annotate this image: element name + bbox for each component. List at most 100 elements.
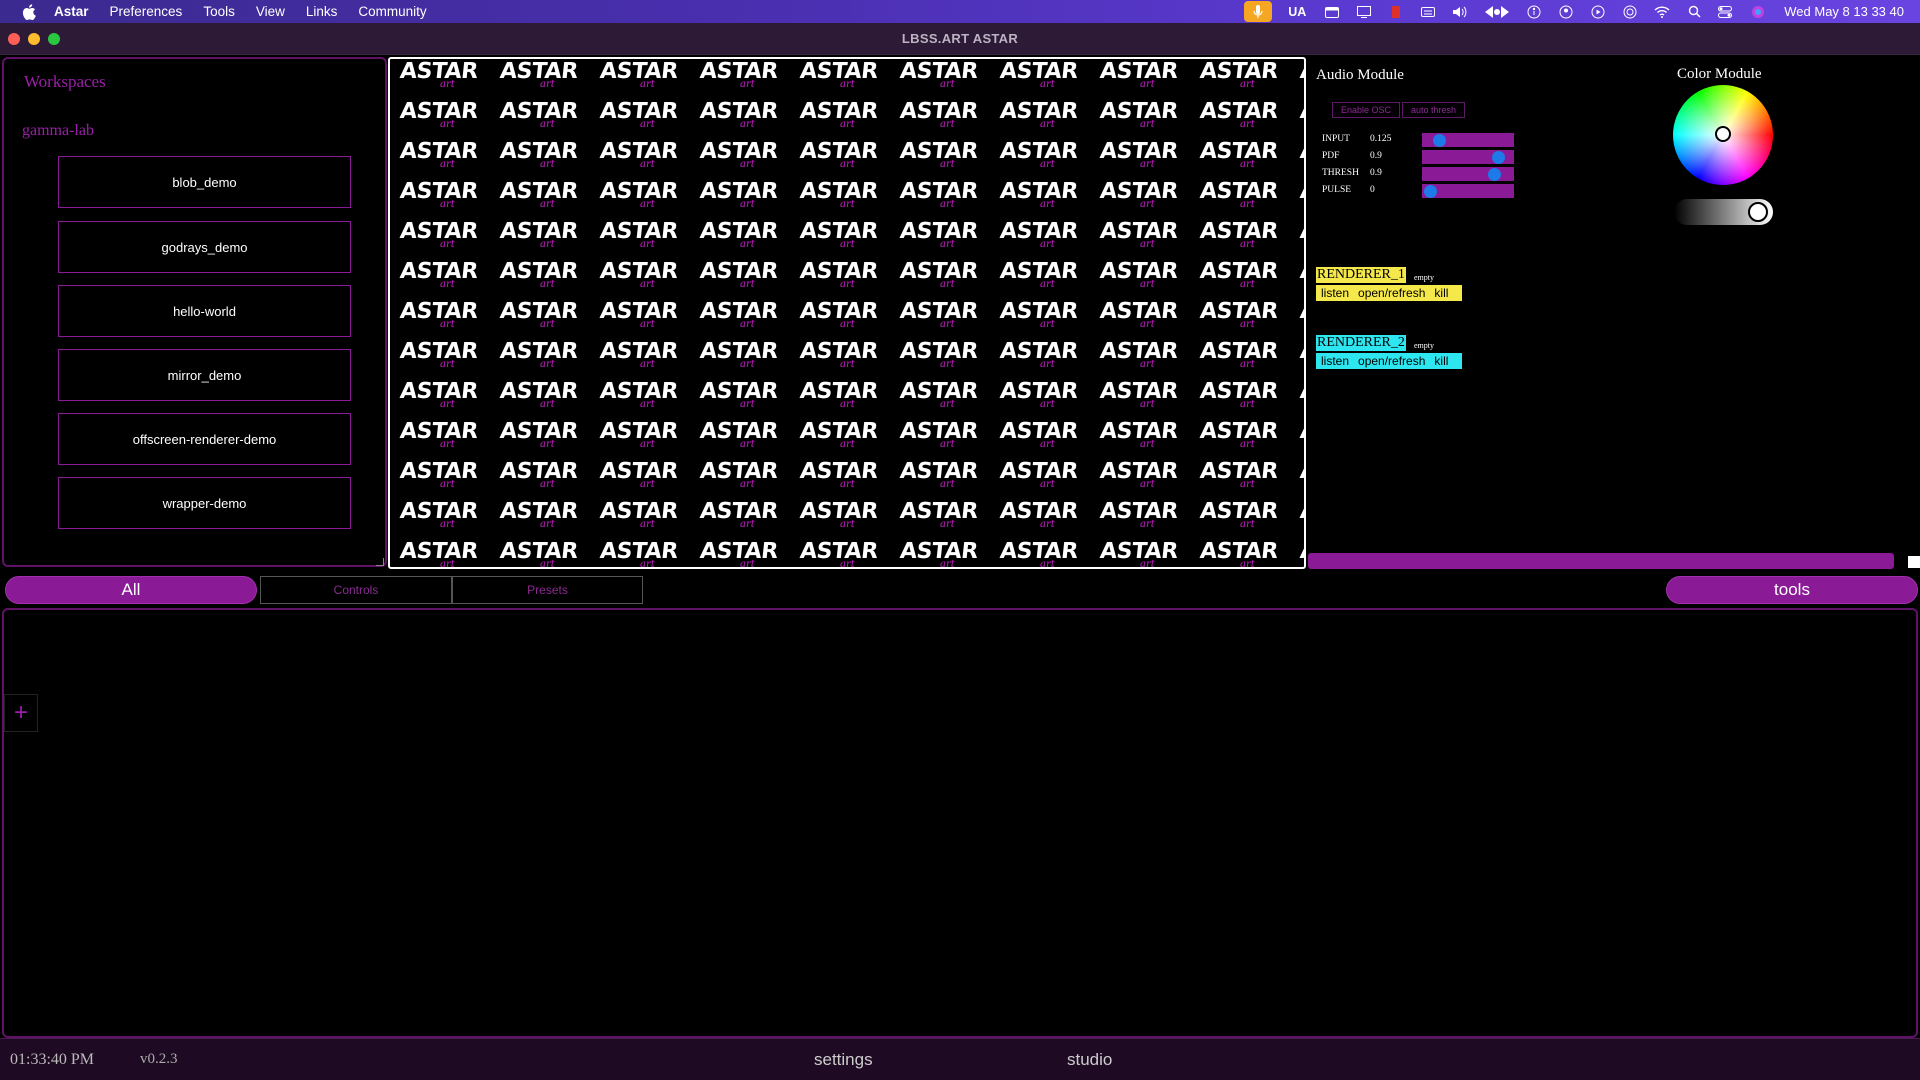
astar-logo-tile: ASTARart	[390, 335, 490, 375]
tools-button[interactable]: tools	[1666, 576, 1918, 604]
logo-word: ASTAR	[998, 99, 1079, 124]
microphone-icon[interactable]	[1244, 1, 1273, 22]
logo-word: ASTAR	[898, 59, 979, 84]
horizontal-scrollbar[interactable]	[1308, 553, 1894, 569]
astar-logo-tile: ASTARart	[690, 255, 790, 295]
input-source-indicator[interactable]: UA	[1288, 5, 1306, 19]
logo-scribble: art	[1040, 199, 1055, 210]
workspace-item[interactable]: mirror_demo	[58, 349, 351, 401]
astar-logo-tile: ASTARart	[990, 175, 1090, 215]
astar-logo-tile: ASTARart	[1090, 415, 1190, 455]
logo-scribble: art	[740, 319, 755, 330]
astar-logo-tile: ASTARart	[1090, 495, 1190, 535]
keyboard-icon[interactable]	[1420, 5, 1436, 19]
brightness-knob[interactable]	[1748, 202, 1768, 222]
kill-button[interactable]: kill	[1434, 286, 1448, 300]
logo-word: ASTAR	[898, 299, 979, 324]
logo-scribble: art	[1040, 79, 1055, 90]
logo-scribble: art	[740, 399, 755, 410]
logo-word: ASTAR	[798, 59, 879, 84]
logo-scribble: art	[1140, 279, 1155, 290]
workspace-item[interactable]: godrays_demo	[58, 221, 351, 273]
vpn-icon[interactable]	[1484, 5, 1510, 19]
scroll-corner[interactable]	[1908, 556, 1920, 568]
siri-icon[interactable]	[1750, 5, 1766, 19]
astar-logo-tile: ASTARart	[1090, 215, 1190, 255]
menu-preferences[interactable]: Preferences	[110, 4, 183, 19]
slider-knob[interactable]	[1491, 151, 1505, 164]
color-wheel-picker[interactable]	[1715, 126, 1731, 142]
menu-view[interactable]: View	[256, 4, 285, 19]
pulse-slider[interactable]	[1422, 184, 1514, 198]
auto-thresh-button[interactable]: auto thresh	[1402, 102, 1466, 118]
menu-tools[interactable]: Tools	[203, 4, 235, 19]
volume-icon[interactable]	[1452, 5, 1468, 19]
kill-button[interactable]: kill	[1434, 354, 1448, 368]
logo-word: ASTAR	[498, 459, 579, 484]
open-refresh-button[interactable]: open/refresh	[1358, 286, 1425, 300]
astar-logo-tile: ASTARart	[690, 495, 790, 535]
astar-logo-tile: ASTARart	[1290, 375, 1304, 415]
app-red-icon[interactable]	[1388, 5, 1404, 19]
minimize-window-button[interactable]	[28, 33, 40, 45]
menu-links[interactable]: Links	[306, 4, 338, 19]
workspace-item[interactable]: hello-world	[58, 285, 351, 337]
astar-logo-tile: ASTARart	[490, 495, 590, 535]
logo-scribble: art	[840, 159, 855, 170]
panel-resize-grip[interactable]	[376, 558, 384, 566]
add-button[interactable]: +	[4, 694, 38, 732]
input-slider[interactable]	[1422, 133, 1514, 147]
screen-share-icon[interactable]	[1356, 5, 1372, 19]
tab-controls[interactable]: Controls	[260, 576, 452, 604]
tab-presets[interactable]: Presets	[452, 576, 643, 604]
logo-word: ASTAR	[598, 99, 679, 124]
tab-all[interactable]: All	[5, 576, 257, 604]
logo-word: ASTAR	[398, 539, 479, 564]
astar-logo-tile: ASTARart	[390, 135, 490, 175]
slider-knob[interactable]	[1487, 168, 1501, 181]
airdrop-icon[interactable]	[1622, 5, 1638, 19]
search-icon[interactable]	[1686, 5, 1702, 19]
astar-logo-tile: ASTARart	[890, 255, 990, 295]
slider-knob[interactable]	[1424, 185, 1437, 198]
astar-logo-tile: ASTARart	[1290, 135, 1304, 175]
workspace-item[interactable]: offscreen-renderer-demo	[58, 413, 351, 465]
listen-button[interactable]: listen	[1321, 286, 1349, 300]
astar-logo-tile: ASTARart	[590, 335, 690, 375]
pdf-slider[interactable]	[1422, 150, 1514, 164]
apple-icon[interactable]	[18, 0, 40, 23]
logo-word: ASTAR	[1198, 499, 1279, 524]
enable-osc-button[interactable]: Enable OSC	[1332, 102, 1401, 118]
astar-logo-tile: ASTARart	[1190, 455, 1290, 495]
logo-scribble: art	[740, 359, 755, 370]
astar-logo-tile: ASTARart	[490, 59, 590, 95]
workspace-group-label[interactable]: gamma-lab	[22, 122, 94, 140]
user-icon[interactable]	[1558, 5, 1574, 19]
logo-word: ASTAR	[398, 459, 479, 484]
listen-button[interactable]: listen	[1321, 354, 1349, 368]
open-refresh-button[interactable]: open/refresh	[1358, 354, 1425, 368]
menu-community[interactable]: Community	[358, 4, 426, 19]
thresh-slider[interactable]	[1422, 167, 1514, 181]
accessibility-icon[interactable]	[1526, 5, 1542, 19]
studio-link[interactable]: studio	[1067, 1050, 1112, 1070]
control-center-icon[interactable]	[1718, 5, 1734, 19]
calendar-icon[interactable]	[1324, 5, 1340, 19]
wifi-icon[interactable]	[1654, 5, 1670, 19]
logo-word: ASTAR	[1098, 499, 1179, 524]
astar-logo-tile: ASTARart	[890, 535, 990, 567]
slider-knob[interactable]	[1433, 134, 1447, 147]
logo-word: ASTAR	[798, 539, 879, 564]
close-window-button[interactable]	[8, 33, 20, 45]
logo-word: ASTAR	[498, 499, 579, 524]
settings-link[interactable]: settings	[814, 1050, 873, 1070]
play-icon[interactable]	[1590, 5, 1606, 19]
astar-logo-tile: ASTARart	[790, 215, 890, 255]
menu-app-name[interactable]: Astar	[54, 4, 89, 19]
workspace-item[interactable]: wrapper-demo	[58, 477, 351, 529]
menu-clock[interactable]: Wed May 8 13 33 40	[1784, 4, 1904, 19]
workspace-item[interactable]: blob_demo	[58, 156, 351, 208]
zoom-window-button[interactable]	[48, 33, 60, 45]
renderer-preview[interactable]: ASTAR art ASTAR art ASTAR art ASTAR art ASTAR art…	[388, 57, 1306, 569]
logo-scribble: art	[940, 319, 955, 330]
